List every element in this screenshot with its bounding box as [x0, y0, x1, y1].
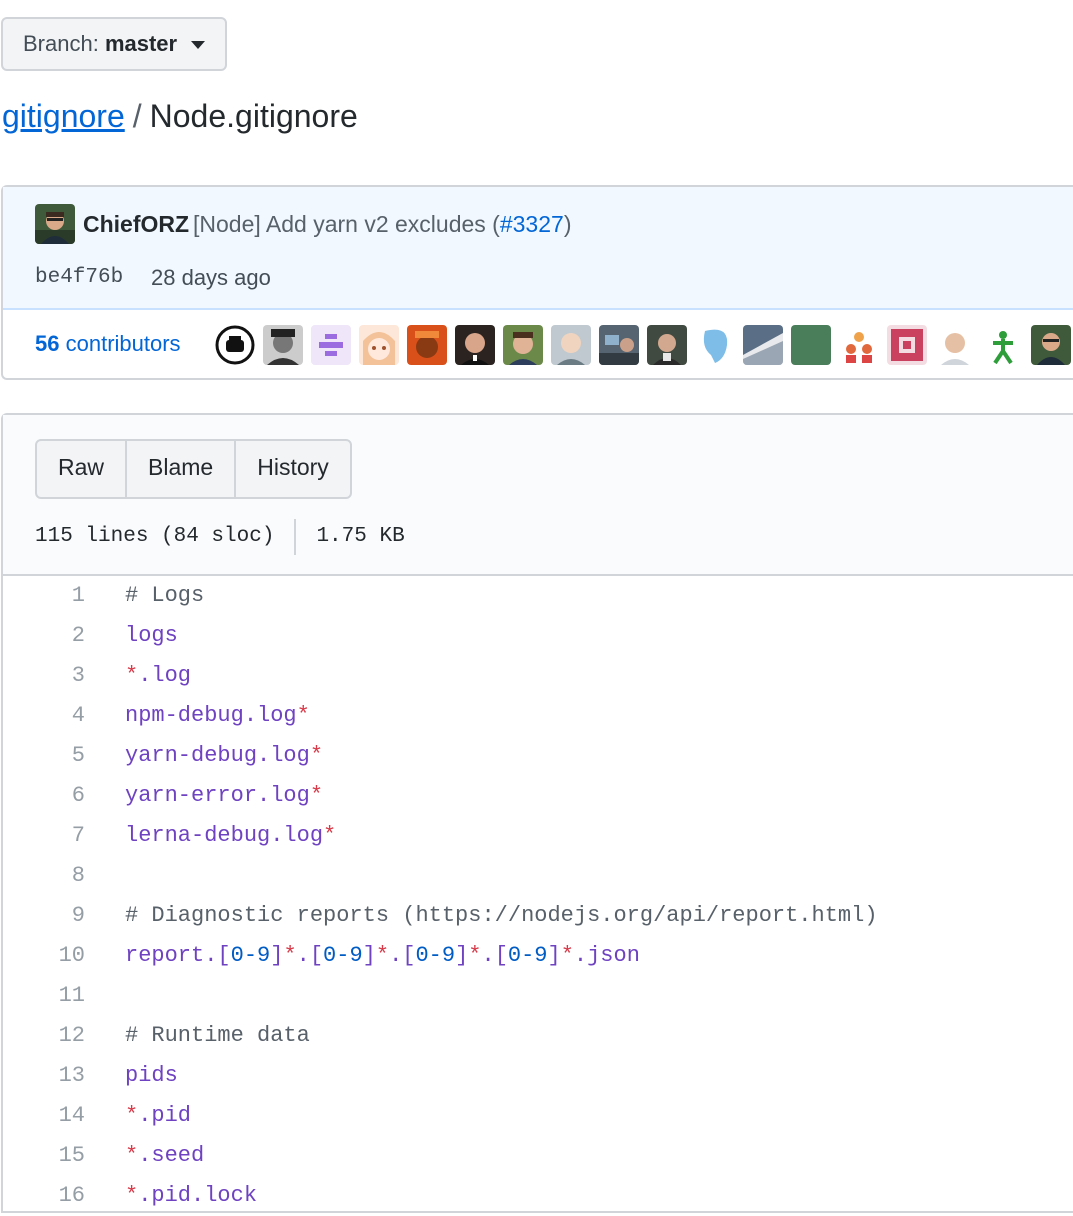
branch-selector-button[interactable]: Branch: master: [1, 17, 227, 71]
line-content: yarn-debug.log*: [125, 743, 324, 768]
breadcrumb-file: Node.gitignore: [149, 98, 358, 134]
contributor-avatar[interactable]: [791, 325, 831, 365]
contributor-avatar[interactable]: [215, 325, 255, 365]
contributor-avatar[interactable]: [935, 325, 975, 365]
line-number[interactable]: 15: [3, 1136, 85, 1176]
contributor-avatar[interactable]: [551, 325, 591, 365]
line-number[interactable]: 1: [3, 576, 85, 616]
line-number[interactable]: 8: [3, 856, 85, 896]
line-number[interactable]: 11: [3, 976, 85, 1016]
commit-header: ChiefORZ [Node] Add yarn v2 excludes (#3…: [3, 187, 1073, 310]
contributors-link[interactable]: 56 contributors: [35, 327, 181, 361]
line-content: logs: [125, 623, 178, 648]
history-button[interactable]: History: [236, 441, 350, 497]
contributor-avatar[interactable]: [983, 325, 1023, 365]
contributor-avatar[interactable]: [455, 325, 495, 365]
line-content: *.pid.lock: [125, 1183, 258, 1208]
commit-message-suffix: ): [563, 211, 572, 237]
contributor-avatar[interactable]: [503, 325, 543, 365]
file-line-count: 115 lines (84 sloc): [35, 525, 275, 548]
author-avatar[interactable]: [35, 204, 75, 244]
line-content: # Logs: [125, 583, 205, 608]
line-content: *.log: [125, 663, 192, 688]
contributor-avatar[interactable]: [887, 325, 927, 365]
contributor-avatar[interactable]: [263, 325, 303, 365]
file-viewer: Raw Blame History 115 lines (84 sloc) 1.…: [1, 413, 1073, 1213]
pull-request-link[interactable]: #3327: [500, 211, 564, 237]
file-actions-group: Raw Blame History: [35, 439, 352, 499]
caret-down-icon: [191, 41, 206, 50]
line-number[interactable]: 7: [3, 816, 85, 856]
commit-author-link[interactable]: ChiefORZ: [83, 207, 189, 241]
blame-button[interactable]: Blame: [127, 441, 237, 497]
contributor-avatar[interactable]: [695, 325, 735, 365]
file-info-divider: [294, 519, 297, 555]
commit-sha-link[interactable]: be4f76b: [35, 261, 123, 295]
line-number[interactable]: 10: [3, 936, 85, 976]
line-content: # Runtime data: [125, 1023, 310, 1048]
commit-message[interactable]: [Node] Add yarn v2 excludes (#3327): [193, 207, 571, 241]
contributors-label: contributors: [65, 331, 181, 356]
breadcrumb-separator: /: [132, 98, 142, 134]
contributor-avatar[interactable]: [1031, 325, 1071, 365]
line-content: pids: [125, 1063, 178, 1088]
line-number[interactable]: 14: [3, 1096, 85, 1136]
line-content: # Diagnostic reports (https://nodejs.org…: [125, 903, 878, 928]
line-number[interactable]: 3: [3, 656, 85, 696]
contributor-avatar[interactable]: [407, 325, 447, 365]
line-number[interactable]: 9: [3, 896, 85, 936]
breadcrumb: gitignore / Node.gitignore: [2, 94, 358, 138]
latest-commit-box: ChiefORZ [Node] Add yarn v2 excludes (#3…: [1, 185, 1073, 380]
commit-message-text: [Node] Add yarn v2 excludes (: [193, 211, 500, 237]
line-number[interactable]: 5: [3, 736, 85, 776]
branch-label: Branch:: [23, 31, 99, 56]
line-content: *.seed: [125, 1143, 205, 1168]
line-number[interactable]: 13: [3, 1056, 85, 1096]
file-header: Raw Blame History 115 lines (84 sloc) 1.…: [3, 415, 1073, 576]
contributor-avatar[interactable]: [311, 325, 351, 365]
contributor-avatar[interactable]: [359, 325, 399, 365]
contributor-avatars: [215, 325, 1073, 365]
contributor-avatar[interactable]: [647, 325, 687, 365]
line-number[interactable]: 12: [3, 1016, 85, 1056]
line-content: lerna-debug.log*: [125, 823, 337, 848]
line-number[interactable]: 16: [3, 1176, 85, 1216]
line-content: *.pid: [125, 1103, 192, 1128]
branch-value: master: [104, 31, 178, 56]
commit-time: 28 days ago: [151, 265, 271, 290]
file-info: 115 lines (84 sloc) 1.75 KB: [35, 519, 405, 555]
raw-button[interactable]: Raw: [37, 441, 128, 497]
line-content: yarn-error.log*: [125, 783, 324, 808]
line-content: report.[0-9]*.[0-9]*.[0-9]*.[0-9]*.json: [125, 943, 640, 968]
line-number[interactable]: 6: [3, 776, 85, 816]
contributor-avatar[interactable]: [743, 325, 783, 365]
contributors-row: 56 contributors: [3, 308, 1073, 380]
line-number[interactable]: 2: [3, 616, 85, 656]
contributor-avatar[interactable]: [599, 325, 639, 365]
file-size: 1.75 KB: [316, 525, 405, 548]
line-content: npm-debug.log*: [125, 703, 310, 728]
breadcrumb-repo-link[interactable]: gitignore: [2, 98, 125, 134]
contributors-count: 56: [35, 331, 60, 356]
line-number[interactable]: 4: [3, 696, 85, 736]
contributor-avatar[interactable]: [839, 325, 879, 365]
